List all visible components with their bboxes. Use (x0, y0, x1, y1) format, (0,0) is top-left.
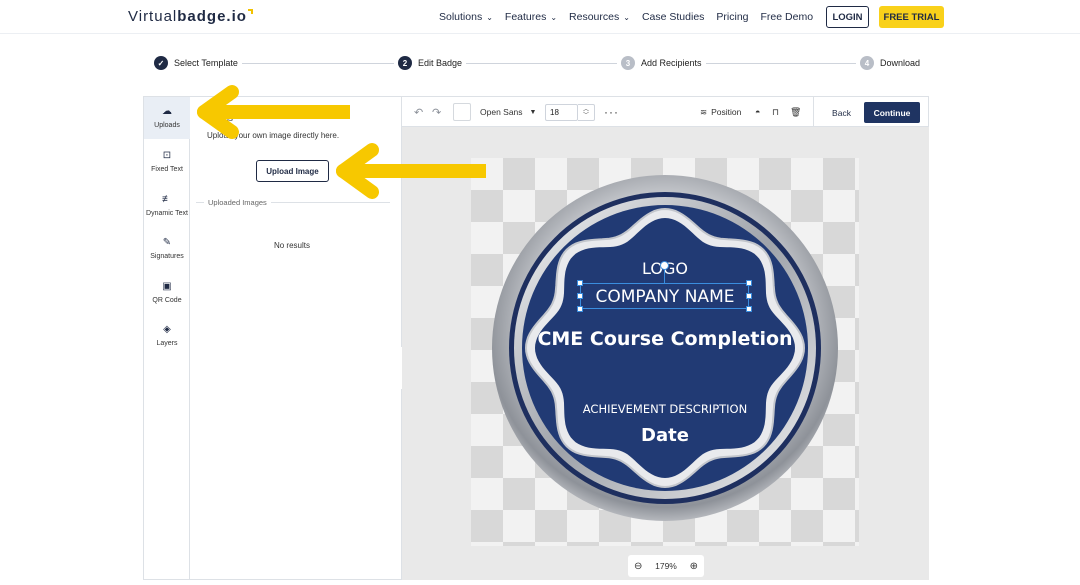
position-label: Position (711, 107, 742, 117)
uploaded-images-label: Uploaded Images (208, 198, 267, 207)
editor-toolbar: ↶ ↷ Open Sans ▼ 18 ︿ ﹀ ··· ≋ Position ◓ ⊓ 🗑… (402, 96, 929, 127)
back-button[interactable]: Back (822, 102, 861, 123)
resize-handle[interactable] (577, 280, 583, 286)
resize-handle[interactable] (577, 293, 583, 299)
layers-icon: ≋ (700, 106, 708, 117)
continue-button[interactable]: Continue (864, 102, 920, 123)
tool-rail: ☁ Uploads ⊡ Fixed Text ≢ Dynamic Text ✎ … (143, 96, 190, 580)
rotate-handle[interactable] (660, 261, 669, 270)
step-label: Edit Badge (418, 58, 463, 68)
nav-case-studies[interactable]: Case Studies (642, 11, 704, 23)
zoom-in-icon[interactable]: ⊕ (690, 561, 698, 572)
zoom-control: ⊖ 179% ⊕ (628, 555, 704, 577)
chevron-down-icon: ▼ (529, 108, 537, 116)
step-connector (700, 63, 860, 64)
nav-solutions[interactable]: Solutions ⌄ (439, 11, 493, 23)
empty-state: No results (273, 241, 310, 250)
step-label: Select Template (174, 58, 238, 68)
opacity-icon[interactable]: ◓ (755, 97, 760, 127)
position-button[interactable]: ≋ Position (700, 97, 741, 127)
step-number: 3 (621, 56, 635, 70)
brand-logo[interactable]: Virtualbadge.io (128, 8, 253, 25)
badge-title-text[interactable]: CME Course Completion (471, 328, 859, 350)
rail-uploads[interactable]: ☁ Uploads (144, 97, 190, 139)
step-number: 2 (398, 56, 412, 70)
step-connector (462, 63, 622, 64)
uploaded-images-divider: Uploaded Images (196, 198, 390, 207)
redo-icon[interactable]: ↷ (432, 97, 441, 127)
fixed-text-icon: ⊡ (162, 150, 172, 161)
step-select-template[interactable]: ✓ Select Template (150, 56, 242, 70)
badge-date-text[interactable]: Date (471, 425, 859, 446)
rail-signatures[interactable]: ✎ Signatures (144, 228, 190, 270)
badge-graphic (492, 175, 838, 521)
resize-handle[interactable] (746, 280, 752, 286)
chevron-down-icon[interactable]: ﹀ (583, 113, 589, 119)
step-label: Download (880, 58, 921, 68)
chevron-down-icon: ⌄ (550, 13, 558, 22)
nav-links: Solutions ⌄ Features ⌄ Resources ⌄ Case Stu… (439, 11, 813, 23)
font-size-input[interactable]: 18 (545, 104, 578, 121)
rail-qr-code[interactable]: ▣ QR Code (144, 272, 190, 314)
nav-features[interactable]: Features ⌄ (505, 11, 557, 23)
panel-description: Upload your own image directly here. (207, 131, 340, 140)
signature-icon: ✎ (162, 237, 172, 248)
panel-title: ads (220, 114, 233, 123)
rail-label: Signatures (150, 253, 184, 260)
nav-resources[interactable]: Resources ⌄ (569, 11, 630, 23)
dynamic-text-icon: ≢ (162, 194, 172, 205)
resize-handle[interactable] (577, 306, 583, 312)
uploads-panel: ads Upload your own image directly here.… (190, 96, 402, 580)
undo-icon[interactable]: ↶ (414, 97, 423, 127)
step-label: Add Recipients (641, 58, 702, 68)
step-download[interactable]: 4 Download (856, 56, 925, 70)
font-name: Open Sans (480, 107, 523, 117)
unlock-icon[interactable]: ⊓ (772, 97, 779, 127)
nav-pricing[interactable]: Pricing (716, 11, 748, 23)
step-add-recipients[interactable]: 3 Add Recipients (617, 56, 706, 70)
rail-label: Layers (156, 340, 178, 347)
rail-label: QR Code (152, 297, 182, 304)
step-number: 4 (860, 56, 874, 70)
chevron-down-icon: ⌄ (623, 13, 630, 22)
rail-dynamic-text[interactable]: ≢ Dynamic Text (144, 185, 190, 227)
rail-label: Fixed Text (151, 166, 183, 173)
check-icon: ✓ (154, 56, 168, 70)
nav-free-demo[interactable]: Free Demo (761, 11, 814, 23)
top-navbar: Virtualbadge.io Solutions ⌄ Features ⌄ Res… (0, 0, 1080, 34)
rail-label: Dynamic Text (146, 210, 188, 217)
zoom-out-icon[interactable]: ⊖ (634, 561, 642, 572)
upload-icon: ☁ (162, 106, 172, 117)
font-family-select[interactable]: Open Sans ▼ (480, 97, 536, 127)
rail-layers[interactable]: ◈ Layers (144, 315, 190, 357)
step-edit-badge[interactable]: 2 Edit Badge (394, 56, 467, 70)
chevron-down-icon: ⌄ (486, 13, 493, 22)
badge-description-text[interactable]: ACHIEVEMENT DESCRIPTION (471, 402, 859, 416)
trash-icon[interactable]: 🗑 (790, 97, 801, 127)
more-options-icon[interactable]: ··· (604, 97, 619, 127)
rail-fixed-text[interactable]: ⊡ Fixed Text (144, 141, 190, 183)
progress-stepper: ✓ Select Template 2 Edit Badge 3 Add Rec… (0, 54, 1080, 74)
qr-code-icon: ▣ (162, 281, 172, 292)
toolbar-divider (813, 97, 814, 127)
login-button[interactable]: LOGIN (826, 6, 869, 28)
font-size-stepper[interactable]: ︿ ﹀ (578, 104, 595, 121)
upload-image-button[interactable]: Upload Image (256, 160, 329, 182)
resize-handle[interactable] (746, 306, 752, 312)
layers-icon: ◈ (163, 324, 171, 335)
color-swatch[interactable] (453, 103, 471, 121)
zoom-level: 179% (655, 561, 677, 571)
resize-handle[interactable] (746, 293, 752, 299)
badge-canvas[interactable]: LOGO COMPANY NAME CME Course Completion … (471, 158, 859, 546)
canvas-area: LOGO COMPANY NAME CME Course Completion … (402, 127, 929, 580)
rail-label: Uploads (154, 122, 180, 129)
free-trial-button[interactable]: FREE TRIAL (879, 6, 944, 28)
step-connector (240, 63, 400, 64)
selection-box[interactable] (580, 283, 749, 309)
rotation-line (664, 269, 665, 283)
